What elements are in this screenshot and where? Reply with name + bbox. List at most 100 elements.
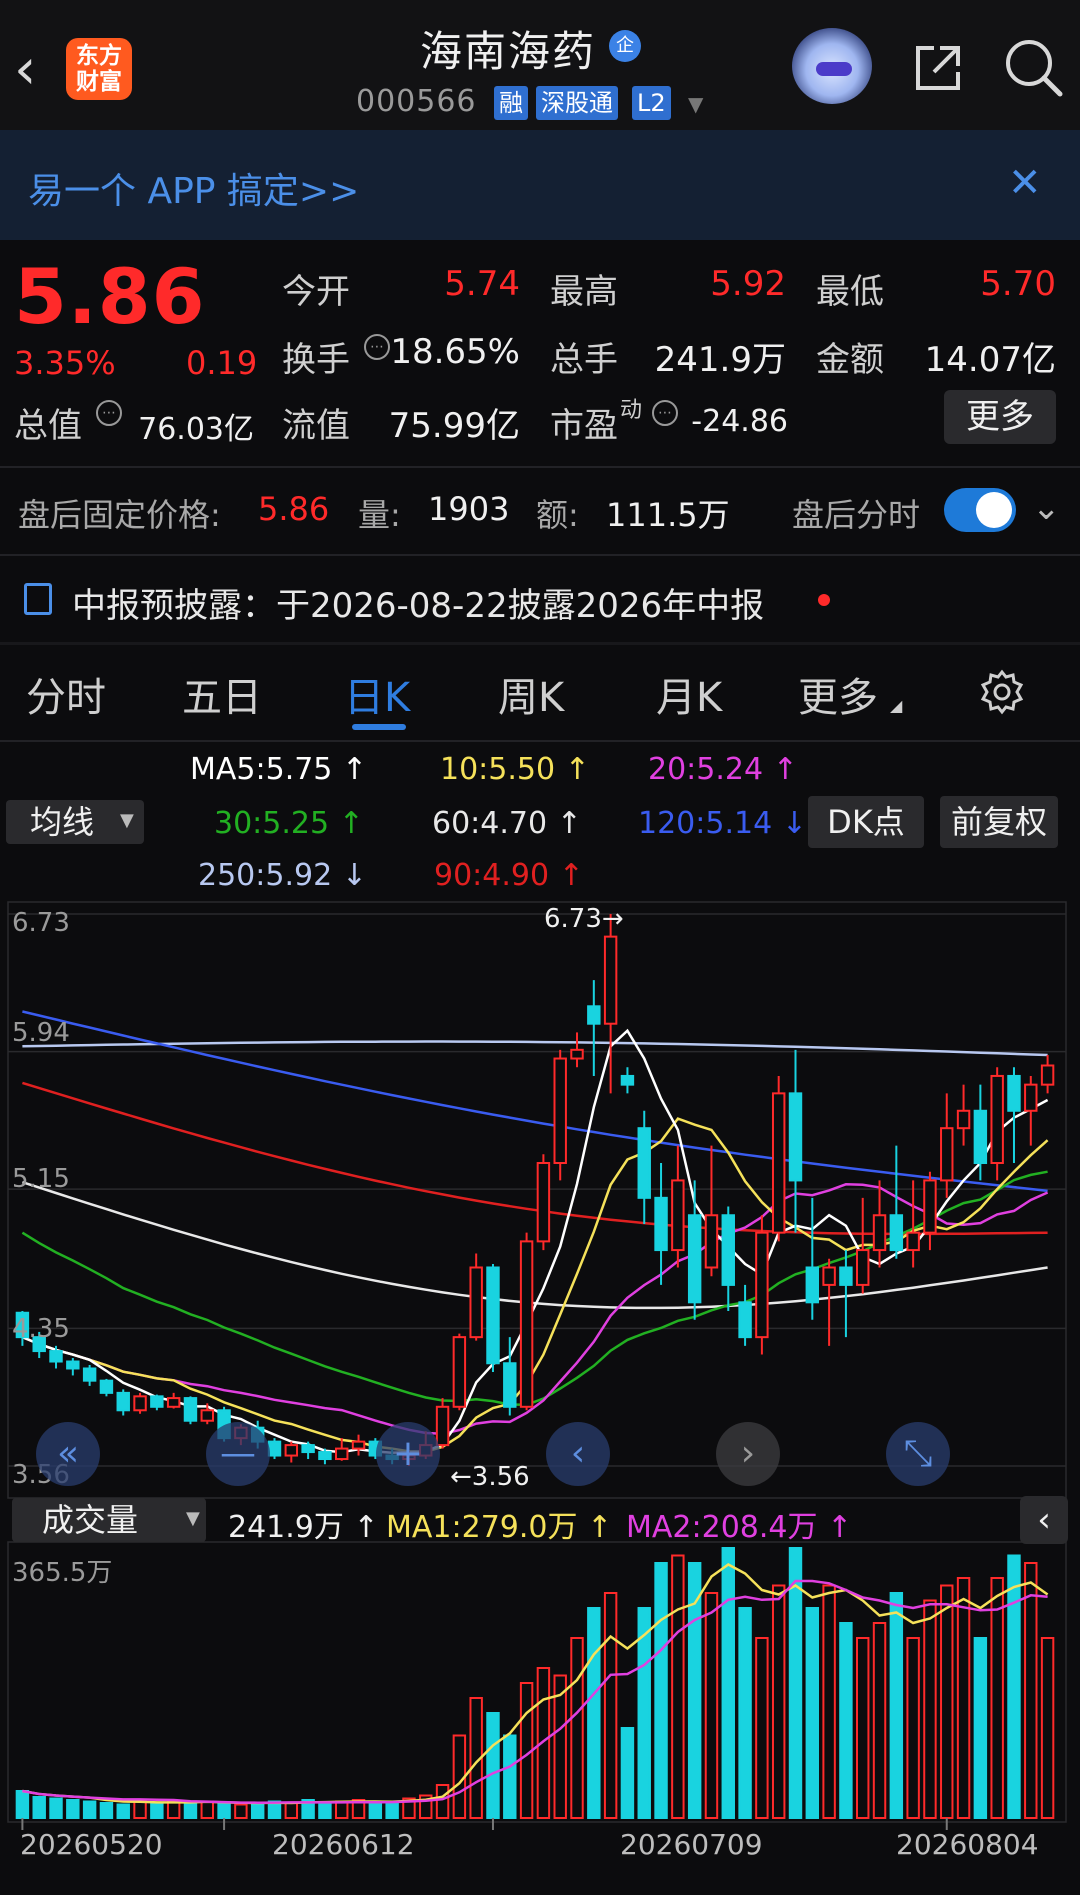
collapse-icon[interactable]: ‹ xyxy=(1020,1496,1068,1544)
candle-body xyxy=(536,1162,551,1243)
chevron-down-icon[interactable]: ⌄ xyxy=(1032,488,1061,528)
banner-text[interactable]: 易一个 APP 搞定>> xyxy=(28,162,359,214)
search-icon[interactable] xyxy=(1002,36,1064,98)
info-icon[interactable]: ⋯ xyxy=(96,400,122,426)
pe-superscript: 动 xyxy=(620,398,643,423)
chevron-down-icon: ▼ xyxy=(120,810,134,831)
ma120-legend: 120:5.14 ↓ xyxy=(638,806,807,841)
low-label: 最低 xyxy=(816,272,884,312)
candle-body xyxy=(99,1379,114,1394)
more-button[interactable]: 更多 xyxy=(944,390,1056,444)
tab-weekly-k[interactable]: 周K xyxy=(498,665,564,723)
candle-body xyxy=(654,1196,668,1252)
candle-body xyxy=(570,1048,584,1060)
high-value: 5.92 xyxy=(710,264,786,304)
scroll-left-button[interactable]: ‹ xyxy=(546,1422,610,1486)
volume-bar xyxy=(368,1802,383,1819)
volume-bar xyxy=(15,1790,30,1819)
x-label-1: 20260520 xyxy=(20,1828,163,1861)
volume-bar xyxy=(822,1584,836,1819)
candle-body xyxy=(166,1397,181,1408)
scroll-right-button[interactable]: › xyxy=(716,1422,780,1486)
candle-body xyxy=(587,1005,601,1025)
volume-label: 总手 xyxy=(550,340,618,380)
ma120-line xyxy=(22,1010,1048,1193)
zoom-out-button[interactable]: — xyxy=(206,1422,270,1486)
high-label: 最高 xyxy=(550,272,618,312)
tab-intraday[interactable]: 分时 xyxy=(26,665,106,723)
after-hours-amt-label: 额: xyxy=(536,496,579,534)
volume-value: 241.9万 xyxy=(654,340,786,380)
candle-body xyxy=(519,1240,534,1408)
volume-bar xyxy=(503,1734,517,1819)
volume-bar xyxy=(856,1637,870,1819)
logo-text-2: 财富 xyxy=(76,69,122,95)
volume-bar xyxy=(1024,1562,1038,1819)
chevron-down-icon[interactable]: ▼ xyxy=(688,92,703,116)
candle-body xyxy=(49,1350,63,1363)
ma20-legend: 20:5.24 ↑ xyxy=(648,752,798,787)
candle-body xyxy=(990,1074,1004,1165)
volume-bar xyxy=(318,1802,332,1819)
candle-body xyxy=(1024,1083,1038,1112)
candle-body xyxy=(822,1266,836,1286)
pe-value: -24.86 xyxy=(691,404,788,439)
app-logo: 东方 财富 xyxy=(66,38,132,100)
kline-chart[interactable] xyxy=(0,900,1080,1500)
volume-bar xyxy=(603,1592,618,1819)
tab-daily-k[interactable]: 日K xyxy=(344,665,410,723)
volume-bar xyxy=(1040,1637,1055,1819)
l2-tag: L2 xyxy=(632,86,671,120)
volume-bar xyxy=(620,1727,635,1819)
candle-body xyxy=(603,935,618,1025)
volume-max-label: 365.5万 xyxy=(12,1558,113,1588)
tab-more[interactable]: 更多 xyxy=(798,665,878,723)
x-label-3: 20260709 xyxy=(620,1828,763,1861)
volume-bar xyxy=(200,1800,214,1819)
volume-bar xyxy=(66,1799,80,1819)
adjust-button[interactable]: 前复权 xyxy=(940,796,1058,848)
candle-body xyxy=(486,1266,500,1365)
info-icon[interactable]: ⋯ xyxy=(652,400,678,426)
x-label-4: 20260804 xyxy=(896,1828,1039,1861)
close-icon[interactable]: ✕ xyxy=(1008,160,1042,206)
amount-label: 金额 xyxy=(816,340,884,380)
divider xyxy=(0,554,1080,556)
enterprise-badge[interactable]: 企 xyxy=(609,30,641,62)
volume-selector[interactable]: 成交量 xyxy=(12,1498,206,1542)
tab-monthly-k[interactable]: 月K xyxy=(656,665,722,723)
fullscreen-icon[interactable]: ⤡ xyxy=(886,1422,950,1486)
volume-bar xyxy=(385,1800,399,1819)
volume-bar xyxy=(654,1562,668,1819)
candle-body xyxy=(872,1214,887,1252)
dk-point-button[interactable]: DK点 xyxy=(808,796,924,848)
share-icon[interactable] xyxy=(910,40,966,96)
change-percent: 3.35% xyxy=(14,344,116,382)
volume-bar xyxy=(99,1802,114,1819)
float-label: 流值 xyxy=(282,406,350,446)
zoom-out-far-button[interactable]: « xyxy=(36,1422,100,1486)
notice-text[interactable]: 中报预披露：于2026-08-22披露2026年中报 xyxy=(72,578,764,627)
change-amount: 0.19 xyxy=(186,344,258,382)
zoom-in-button[interactable]: + xyxy=(376,1422,440,1486)
back-button[interactable]: ‹ xyxy=(14,40,54,100)
open-value: 5.74 xyxy=(444,264,520,304)
candle-body xyxy=(906,1231,920,1252)
candle-body xyxy=(771,1092,786,1234)
low-value: 5.70 xyxy=(980,264,1056,304)
candle-body xyxy=(687,1214,702,1304)
info-icon[interactable]: ⋯ xyxy=(364,334,390,360)
volume-bar xyxy=(335,1800,349,1819)
volume-bar xyxy=(32,1796,46,1819)
after-hours-amt: 111.5万 xyxy=(606,496,730,534)
x-label-2: 20260612 xyxy=(272,1828,415,1861)
ma5-legend: MA5:5.75 ↑ xyxy=(190,752,368,787)
gear-icon[interactable] xyxy=(978,668,1026,716)
candle-body xyxy=(637,1127,651,1199)
volume-bar xyxy=(839,1622,853,1819)
candle-body xyxy=(923,1179,937,1234)
turnover-label: 换手 xyxy=(282,340,350,380)
chevron-down-icon: ▼ xyxy=(186,1508,200,1529)
candle-body xyxy=(335,1447,349,1461)
tab-five-day[interactable]: 五日 xyxy=(182,665,262,723)
